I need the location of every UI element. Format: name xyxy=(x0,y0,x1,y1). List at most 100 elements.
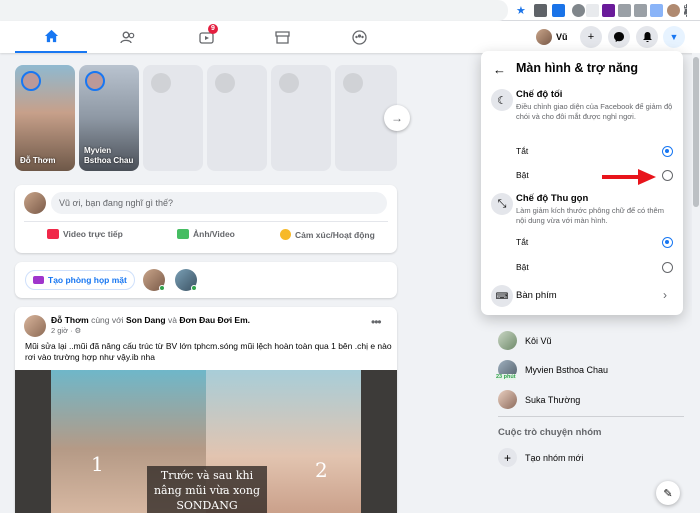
photo-video-button[interactable]: Ảnh/Video xyxy=(177,229,235,239)
friends-icon xyxy=(120,31,135,43)
image-number: 1 xyxy=(91,452,104,476)
compose-icon: ✎ xyxy=(663,487,673,500)
keyboard-label: Bàn phím xyxy=(516,290,557,301)
avatar xyxy=(536,29,552,45)
messenger-button[interactable] xyxy=(608,26,630,48)
avatar xyxy=(85,71,105,91)
home-icon xyxy=(44,29,58,43)
live-video-button[interactable]: Video trực tiếp xyxy=(47,229,123,239)
image-extension-icon[interactable] xyxy=(618,4,631,17)
group-chats-title: Cuộc trò chuyện nhóm xyxy=(498,427,602,438)
avatar-placeholder xyxy=(151,73,171,93)
notifications-button[interactable] xyxy=(636,26,658,48)
dark-mode-description: Điều chỉnh giao diện của Facebook để giả… xyxy=(516,102,673,121)
create-room-label: Tạo phòng họp mặt xyxy=(48,275,127,285)
create-room-button[interactable]: Tạo phòng họp mặt xyxy=(25,270,135,290)
extension-icon[interactable] xyxy=(534,4,547,17)
post-composer: Vũ ơi, bạn đang nghĩ gì thế? Video trực … xyxy=(15,185,397,253)
story-name: Đỗ Thơm xyxy=(20,156,56,165)
compact-mode-off-label[interactable]: Tắt xyxy=(516,237,528,247)
tab-home[interactable] xyxy=(15,21,87,53)
avatar xyxy=(498,390,517,409)
star-icon[interactable]: ★ xyxy=(516,4,529,17)
dark-mode-on-radio[interactable] xyxy=(662,170,673,181)
divider xyxy=(24,221,388,222)
image-caption-line: nâng mũi vừa xong xyxy=(153,484,261,497)
tab-groups[interactable] xyxy=(323,21,395,53)
dark-mode-off-radio[interactable] xyxy=(662,146,673,157)
profile-chip[interactable]: Vũ xyxy=(536,26,568,48)
bookmark-extension-icon[interactable] xyxy=(602,4,615,17)
copy-extension-icon[interactable] xyxy=(552,4,565,17)
composer-input[interactable]: Vũ ơi, bạn đang nghĩ gì thế? xyxy=(51,192,387,214)
contact-item[interactable]: Kôi Vũ xyxy=(498,331,552,350)
contact-name: Myvien Bsthoa Chau xyxy=(525,364,609,375)
compact-mode-off-radio[interactable] xyxy=(662,237,673,248)
keyboard-icon: ⌨ xyxy=(491,285,513,307)
avatar-placeholder xyxy=(215,73,235,93)
tab-watch[interactable]: 9 xyxy=(170,21,242,53)
feed-post: Đỗ Thơm cùng với Son Dang và Đơn Đau Đơi… xyxy=(15,307,397,513)
contact-item[interactable]: Suka Thường xyxy=(498,390,580,409)
notification-badge: 9 xyxy=(208,24,218,34)
post-author[interactable]: Đỗ Thơm xyxy=(51,315,89,325)
feeling-activity-button[interactable]: Cảm xúc/Hoạt động xyxy=(280,229,375,240)
post-tag[interactable]: Son Dang xyxy=(126,315,166,325)
messenger-icon xyxy=(614,32,624,42)
live-video-icon xyxy=(47,229,59,239)
store-icon xyxy=(274,30,290,44)
post-tag[interactable]: Đơn Đau Đơi Em. xyxy=(179,315,250,325)
puzzle-icon[interactable] xyxy=(586,4,599,17)
last-active-label: 23 phút xyxy=(496,374,516,380)
story-placeholder xyxy=(207,65,267,171)
story-card[interactable]: Đỗ Thơm xyxy=(15,65,75,171)
stories-next-button[interactable]: → xyxy=(384,105,410,131)
account-menu-button[interactable]: ▼ xyxy=(663,26,685,48)
post-image[interactable]: 1 2 Trước và sau khi nâng mũi vừa xong S… xyxy=(15,370,397,513)
caret-down-icon: ▼ xyxy=(669,32,679,42)
scrollbar-thumb[interactable] xyxy=(693,57,699,207)
dark-mode-on-label[interactable]: Bật xyxy=(516,170,529,180)
download-icon[interactable] xyxy=(634,4,647,17)
annotation-arrow-icon xyxy=(602,169,656,185)
back-arrow-icon[interactable]: ← xyxy=(493,62,506,77)
facebook-navbar: 9 Vũ + ▼ xyxy=(0,21,700,53)
menu-dots-icon[interactable] xyxy=(684,4,688,17)
post-time[interactable]: 2 giờ · ⚙ xyxy=(51,326,81,335)
moon-icon: ☾ xyxy=(491,89,513,111)
post-options-button[interactable]: ••• xyxy=(371,315,382,329)
contact-name: Kôi Vũ xyxy=(525,335,552,346)
avatar-placeholder xyxy=(279,73,299,93)
compact-mode-on-label[interactable]: Bật xyxy=(516,262,529,272)
compact-mode-description: Làm giảm kích thước phông chữ để có thêm… xyxy=(516,206,664,225)
avatar[interactable] xyxy=(24,315,46,337)
browser-avatar-icon[interactable] xyxy=(667,4,680,17)
profile-name: Vũ xyxy=(556,32,568,42)
avatar-placeholder xyxy=(343,73,363,93)
address-bar[interactable] xyxy=(0,0,508,21)
scrollbar[interactable] xyxy=(692,53,700,513)
tab-friends[interactable] xyxy=(92,21,164,53)
online-dot xyxy=(159,285,165,291)
compact-mode-on-radio[interactable] xyxy=(662,262,673,273)
dark-mode-off-label[interactable]: Tắt xyxy=(516,146,528,156)
avatar xyxy=(498,331,517,350)
groups-icon xyxy=(351,29,367,45)
gear-icon[interactable] xyxy=(572,4,585,17)
create-group-button[interactable]: + Tạo nhóm mới xyxy=(498,448,583,467)
shield-extension-icon[interactable] xyxy=(650,4,663,17)
tab-marketplace[interactable] xyxy=(246,21,318,53)
post-with-text: cùng với xyxy=(91,315,124,325)
create-button[interactable]: + xyxy=(580,26,602,48)
new-message-button[interactable]: ✎ xyxy=(656,481,680,505)
contact-item[interactable]: 23 phút Myvien Bsthoa Chau xyxy=(496,360,609,380)
photo-icon xyxy=(177,229,189,239)
smiley-icon xyxy=(280,229,291,240)
keyboard-row[interactable]: ⌨ Bàn phím › xyxy=(487,284,677,308)
story-card[interactable]: Myvien Bsthoa Chau xyxy=(79,65,139,171)
story-placeholder xyxy=(143,65,203,171)
image-caption-line: Trước và sau khi xyxy=(160,469,254,482)
create-group-label: Tạo nhóm mới xyxy=(525,452,584,463)
divider xyxy=(498,416,684,417)
plus-icon: + xyxy=(587,31,595,43)
